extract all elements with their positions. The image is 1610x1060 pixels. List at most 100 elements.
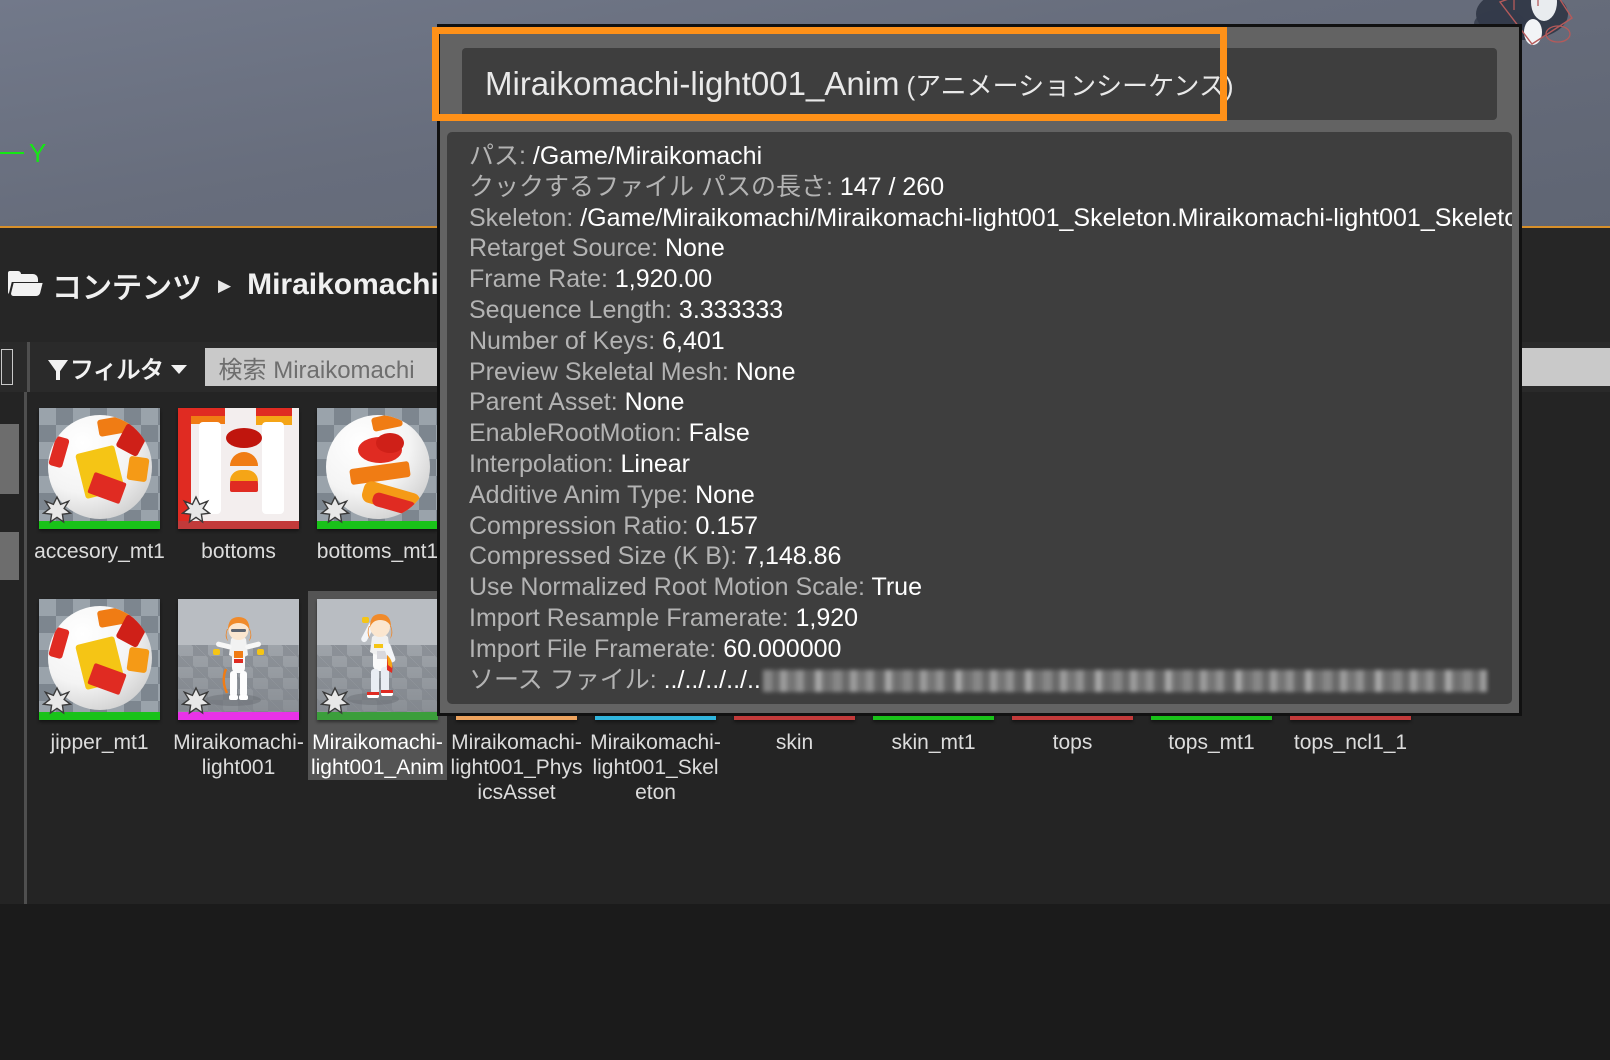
tooltip-row: EnableRootMotion: False <box>469 418 1512 449</box>
row-value: Linear <box>620 449 691 478</box>
tooltip-row: Compressed Size (K B): 7,148.86 <box>469 541 1512 572</box>
row-value: None <box>695 480 755 509</box>
row-value: None <box>664 234 725 263</box>
row-label: Import File Framerate: <box>469 634 717 663</box>
asset-thumbnail <box>317 599 438 720</box>
row-label: Additive Anim Type: <box>469 480 689 509</box>
redacted-path <box>762 669 1487 692</box>
dirty-asterisk-icon <box>181 685 211 715</box>
tooltip-asset-name: Miraikomachi-light001_Anim <box>485 65 900 102</box>
row-label: クックするファイル パスの長さ: <box>469 172 833 201</box>
row-label: Retarget Source: <box>469 234 658 263</box>
tooltip-row: Frame Rate: 1,920.00 <box>469 264 1512 295</box>
row-label: Frame Rate: <box>469 265 608 294</box>
tooltip-row: Compression Ratio: 0.157 <box>469 511 1512 542</box>
axis-y-label: Y <box>29 138 47 168</box>
row-label: Sequence Length: <box>469 295 672 324</box>
asset-label: tops <box>1052 731 1093 754</box>
breadcrumb-root[interactable]: コンテンツ <box>52 263 202 307</box>
dirty-asterisk-icon <box>320 685 350 715</box>
tooltip-row: パス: /Game/Miraikomachi <box>469 141 1512 172</box>
asset-label: bottoms <box>201 540 276 563</box>
rail-chip-lower[interactable] <box>0 532 19 580</box>
row-label: Parent Asset: <box>469 388 618 417</box>
tooltip-row: Parent Asset: None <box>469 387 1512 418</box>
asset-label: Miraikomachi-light001_Anim <box>310 731 445 779</box>
funnel-icon <box>48 360 68 380</box>
tooltip-row: Retarget Source: None <box>469 233 1512 264</box>
asset-label: tops_mt1 <box>1168 731 1255 754</box>
row-value: False <box>688 419 750 448</box>
tooltip-row: Import File Framerate: 60.000000 <box>469 634 1512 665</box>
breadcrumb-separator-icon: ▶ <box>218 275 232 295</box>
dirty-asterisk-icon <box>320 494 350 524</box>
breadcrumb-current[interactable]: Miraikomachi <box>247 268 439 302</box>
panel-splitter[interactable] <box>27 342 30 392</box>
tooltip-detail-list: パス: /Game/Miraikomachi クックするファイル パスの長さ: … <box>447 132 1512 704</box>
asset-tile-jipper-mt1[interactable]: jipper_mt1 <box>30 591 169 755</box>
rail-divider[interactable] <box>24 392 27 904</box>
asset-tooltip: Miraikomachi-light001_Anim (アニメーションシーケンス… <box>437 24 1522 716</box>
sources-rail <box>0 392 22 904</box>
row-label: ソース ファイル: <box>469 665 657 694</box>
row-value: /Game/Miraikomachi <box>532 142 763 170</box>
asset-tile-accesory-mt1[interactable]: accesory_mt1 <box>30 400 169 564</box>
asset-tile-miraikomachi-light001-anim[interactable]: Miraikomachi-light001_Anim <box>308 591 447 780</box>
row-value: /Game/Miraikomachi/Miraikomachi-light001… <box>580 203 1512 232</box>
tooltip-row: Sequence Length: 3.333333 <box>469 295 1512 326</box>
dirty-asterisk-icon <box>42 494 72 524</box>
row-label: パス: <box>469 142 526 170</box>
row-label: EnableRootMotion: <box>469 419 682 448</box>
row-value: 0.157 <box>695 511 759 540</box>
tooltip-row: Use Normalized Root Motion Scale: True <box>469 572 1512 603</box>
tooltip-row: Additive Anim Type: None <box>469 480 1512 511</box>
tooltip-row: Preview Skeletal Mesh: None <box>469 357 1512 388</box>
row-value: 1,920.00 <box>614 265 713 294</box>
asset-label: jipper_mt1 <box>50 731 149 754</box>
dirty-asterisk-icon <box>42 685 72 715</box>
tooltip-row: Import Resample Framerate: 1,920 <box>469 603 1512 634</box>
row-value: ../../../../.. <box>663 665 761 694</box>
asset-thumbnail <box>178 408 299 529</box>
asset-thumbnail <box>178 599 299 720</box>
asset-label: Miraikomachi-light001_PhysicsAsset <box>450 731 583 804</box>
asset-thumbnail <box>317 408 438 529</box>
row-value: 7,148.86 <box>744 542 842 571</box>
rail-chip-upper[interactable] <box>0 424 19 494</box>
asset-label: skin <box>775 731 814 754</box>
tooltip-asset-type: (アニメーションシーケンス) <box>906 70 1234 101</box>
viewport-axis-y: Y <box>0 140 46 166</box>
tooltip-row: Interpolation: Linear <box>469 449 1512 480</box>
row-label: Compressed Size (K B): <box>469 542 738 571</box>
asset-thumbnail <box>39 599 160 720</box>
row-value: None <box>624 388 685 417</box>
row-value: 3.333333 <box>678 295 784 324</box>
filter-button[interactable]: フィルタ <box>48 350 187 385</box>
tooltip-row: クックするファイル パスの長さ: 147 / 260 <box>469 172 1512 203</box>
asset-tile-miraikomachi-light001[interactable]: Miraikomachi-light001 <box>169 591 308 780</box>
asset-label: Miraikomachi-light001_Skeleton <box>590 731 721 804</box>
row-value: None <box>735 357 796 386</box>
asset-thumbnail <box>39 408 160 529</box>
search-placeholder: 検索 Miraikomachi <box>218 356 415 384</box>
asset-label: bottoms_mt1 <box>316 540 439 563</box>
row-value: 147 / 260 <box>839 172 945 201</box>
row-value: 6,401 <box>662 326 725 355</box>
row-value: 60.000000 <box>723 634 842 663</box>
asset-label: tops_ncl1_1 <box>1293 731 1408 754</box>
tooltip-row: Skeleton: /Game/Miraikomachi/Miraikomach… <box>469 203 1512 234</box>
row-label: Interpolation: <box>469 449 614 478</box>
sources-panel-toggle[interactable] <box>1 349 13 385</box>
asset-tile-bottoms[interactable]: bottoms <box>169 400 308 564</box>
asset-tile-bottoms-mt1[interactable]: bottoms_mt1 <box>308 400 447 564</box>
filter-label: フィルタ <box>70 356 164 384</box>
asset-label: Miraikomachi-light001 <box>173 731 304 779</box>
row-label: Use Normalized Root Motion Scale: <box>469 573 865 602</box>
chevron-down-icon <box>170 365 187 374</box>
row-value: True <box>871 573 922 602</box>
folder-icon <box>8 271 43 296</box>
row-value: 1,920 <box>795 603 859 632</box>
axis-y-line <box>0 152 24 154</box>
row-label: Preview Skeletal Mesh: <box>469 357 729 386</box>
row-label: Number of Keys: <box>469 326 656 355</box>
